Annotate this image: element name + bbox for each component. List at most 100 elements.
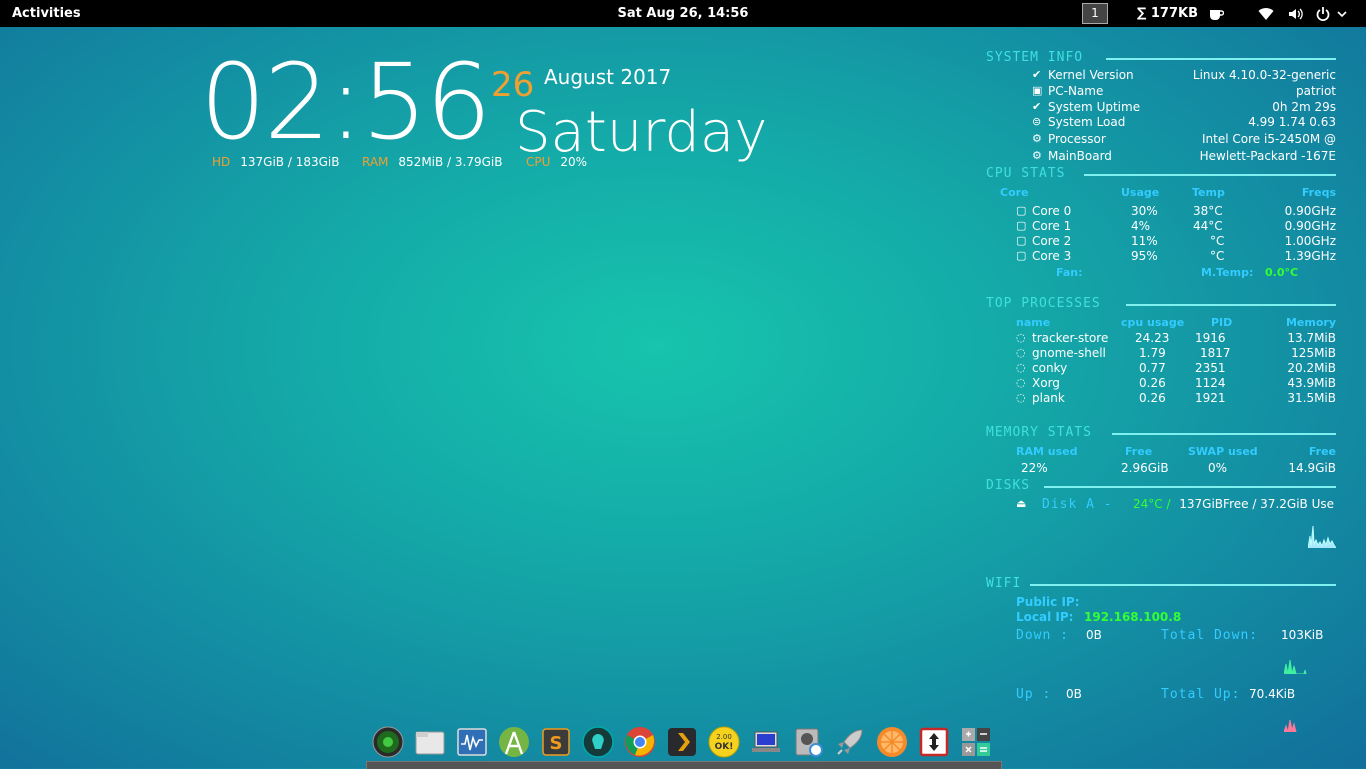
disk-usage-icon[interactable] — [792, 726, 824, 758]
orange-slice-icon[interactable] — [876, 726, 908, 758]
process-mem: 13.7MiB — [1287, 331, 1336, 345]
process-pid: 1124 — [1195, 376, 1226, 390]
sysinfo-value: patriot — [1296, 84, 1336, 98]
workspace-indicator[interactable]: 1 — [1082, 3, 1108, 24]
process-pid: 1916 — [1195, 331, 1226, 345]
upload-graph — [1284, 719, 1297, 732]
total-up-value: 70.4KiB — [1249, 687, 1296, 701]
calculator-icon[interactable] — [960, 726, 992, 758]
svg-text:OK!: OK! — [715, 742, 734, 752]
mtemp-label: M.Temp: — [1201, 266, 1254, 279]
chip-icon: ▢ — [1016, 219, 1027, 232]
section-divider — [1044, 486, 1336, 488]
memory-header-row: RAM used Free SWAP used Free — [986, 445, 1336, 460]
sysinfo-label: MainBoard — [1048, 149, 1112, 163]
plex-icon[interactable] — [666, 726, 698, 758]
android-studio-icon[interactable] — [498, 726, 530, 758]
total-up-label: Total Up: — [1161, 687, 1241, 702]
process-name: conky — [1032, 361, 1068, 375]
sublime-text-icon[interactable]: S — [540, 726, 572, 758]
coffee-icon[interactable] — [1208, 6, 1224, 22]
sysinfo-label: System Load — [1048, 115, 1126, 129]
core-usage: 11% — [1131, 234, 1158, 248]
down-value: 0B — [1086, 628, 1102, 642]
process-pid: 2351 — [1195, 361, 1226, 375]
wifi-title: WIFI — [986, 576, 1022, 591]
core-usage: 30% — [1131, 204, 1158, 218]
sysinfo-row: ▣ PC-Name patriot — [986, 84, 1336, 99]
cpu-header-usage: Usage — [1121, 186, 1160, 199]
system-monitor-icon[interactable] — [456, 726, 488, 758]
cpu-value: 20% — [560, 155, 588, 169]
transfer-icon[interactable] — [918, 726, 950, 758]
files-icon[interactable] — [414, 726, 446, 758]
memory-stats-title: MEMORY STATS — [986, 425, 1092, 440]
proc-header-row: name cpu usage PID Memory — [986, 316, 1336, 331]
mem-swap-free: 14.9GiB — [1288, 461, 1336, 475]
volume-icon[interactable] — [1287, 6, 1303, 22]
download-graph — [1284, 659, 1307, 674]
sysinfo-value: Intel Core i5-2450M @ — [1202, 132, 1336, 146]
process-row: ◌ plank 0.26 1921 31.5MiB — [986, 391, 1336, 406]
process-row: ◌ Xorg 0.26 1124 43.9MiB — [986, 376, 1336, 391]
cpu-stat: CPU 20% — [526, 155, 587, 169]
radar-icon[interactable] — [372, 726, 404, 758]
cpu-core-row: ▢ Core 3 95% °C 1.39GHz — [986, 249, 1336, 264]
sysinfo-row: ⚙ MainBoard Hewlett-Packard -167E — [986, 149, 1336, 164]
process-pid: 1921 — [1195, 391, 1226, 405]
svg-text:2.00: 2.00 — [716, 733, 732, 741]
activities-button[interactable]: Activities — [12, 0, 81, 27]
core-usage: 4% — [1131, 219, 1151, 233]
mem-free: 2.96GiB — [1121, 461, 1169, 475]
remote-desktop-icon[interactable] — [750, 726, 782, 758]
core-usage: 95% — [1131, 249, 1158, 263]
sysinfo-label: Processor — [1048, 132, 1106, 146]
memory-values-row: 22% 2.96GiB 0% 14.9GiB — [986, 461, 1336, 476]
wifi-icon[interactable] — [1258, 6, 1274, 22]
chip-icon: ▢ — [1016, 249, 1027, 262]
sysinfo-label: PC-Name — [1048, 84, 1104, 98]
sysinfo-label: System Uptime — [1048, 100, 1141, 114]
disk-activity-graph — [1308, 525, 1336, 548]
mem-swap-used: 0% — [1208, 461, 1228, 475]
core-name: Core 2 — [1032, 234, 1072, 248]
hd-value: 137GiB / 183GiB — [240, 155, 340, 169]
spinner-icon: ◌ — [1016, 391, 1026, 404]
spinner-icon: ◌ — [1016, 361, 1026, 374]
process-name: Xorg — [1032, 376, 1060, 390]
ram-label: RAM — [362, 155, 389, 169]
spinner-icon: ◌ — [1016, 376, 1026, 389]
core-temp: °C — [1210, 249, 1225, 263]
sysinfo-value: 0h 2m 29s — [1272, 100, 1336, 114]
up-value: 0B — [1066, 687, 1082, 701]
section-divider — [1030, 584, 1336, 586]
core-freq: 1.00GHz — [1284, 234, 1336, 248]
process-row: ◌ conky 0.77 2351 20.2MiB — [986, 361, 1336, 376]
down-row: Down : 0B Total Down: 103KiB — [986, 628, 1336, 643]
section-divider — [1112, 433, 1336, 435]
process-mem: 20.2MiB — [1287, 361, 1336, 375]
power-icon[interactable] — [1315, 6, 1331, 22]
spinner-icon: ◌ — [1016, 331, 1026, 344]
top-bar-datetime[interactable]: Sat Aug 26, 14:56 — [618, 6, 749, 21]
chrome-icon[interactable] — [624, 726, 656, 758]
cpu-header-freq: Freqs — [1301, 186, 1336, 199]
sysinfo-value: Hewlett-Packard -167E — [1199, 149, 1336, 163]
section-divider — [1126, 304, 1336, 306]
section-divider — [1106, 58, 1336, 60]
local-ip-label: Local IP: — [1016, 610, 1074, 624]
rocket-icon[interactable] — [834, 726, 866, 758]
total-down-label: Total Down: — [1161, 628, 1259, 643]
sysinfo-row: ✔ Kernel Version Linux 4.10.0-32-generic — [986, 68, 1336, 83]
ram-stat: RAM 852MiB / 3.79GiB — [362, 155, 503, 169]
net-speed-indicator[interactable]: ∑ 177KB — [1137, 0, 1198, 27]
gitkraken-icon[interactable] — [582, 726, 614, 758]
core-name: Core 3 — [1032, 249, 1072, 263]
cpu-header-core: Core — [1000, 186, 1029, 199]
checkbox-ok-icon[interactable]: 2.00 OK! — [708, 726, 740, 758]
process-row: ◌ tracker-store 24.23 1916 13.7MiB — [986, 331, 1336, 346]
chip-icon: ▢ — [1016, 234, 1027, 247]
chevron-down-icon[interactable] — [1337, 10, 1347, 18]
check-icon: ✔ — [1032, 100, 1042, 113]
disk-temp: 24°C / — [1133, 497, 1171, 511]
